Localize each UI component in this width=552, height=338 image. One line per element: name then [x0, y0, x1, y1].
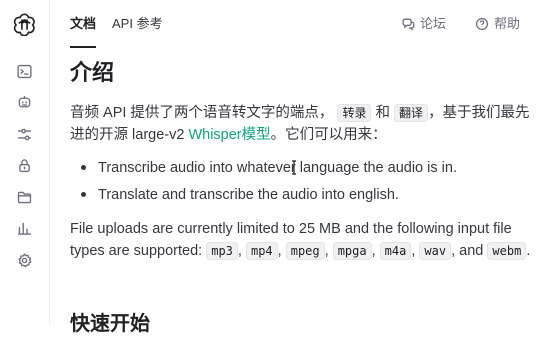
chat-bubble-icon: [402, 18, 415, 31]
text-cursor-icon: [292, 160, 296, 175]
openai-logo-icon[interactable]: [12, 11, 37, 37]
help-label: 帮助: [494, 16, 521, 31]
robot-icon[interactable]: [14, 92, 34, 112]
forum-label: 论坛: [420, 16, 447, 31]
active-tab-indicator: [70, 46, 96, 48]
format-code: wav: [419, 242, 452, 260]
upload-and: and: [459, 243, 484, 259]
sliders-icon[interactable]: [14, 124, 34, 144]
forum-link[interactable]: 论坛: [401, 16, 446, 32]
intro-paragraph: 音频 API 提供了两个语音转文字的端点， 转录 和 翻译 ，基于我们最先进的开源…: [70, 102, 540, 146]
tab-docs[interactable]: 文档: [70, 16, 96, 32]
main-content: 介绍 音频 API 提供了两个语音转文字的端点， 转录 和 翻译 ，基于我们最先进…: [70, 58, 540, 335]
gear-icon[interactable]: [14, 250, 34, 270]
top-nav: 文档 API 参考 论坛 帮助: [50, 0, 552, 49]
lock-icon[interactable]: [14, 155, 34, 175]
intro-and: 和: [375, 105, 391, 121]
page-title: 介绍: [70, 60, 115, 85]
terminal-icon[interactable]: [14, 61, 34, 81]
list-item: Transcribe audio into whatever language …: [70, 158, 540, 185]
intro-text-3: 。它们可以用来：: [270, 127, 387, 143]
format-code: webm: [487, 242, 527, 260]
format-code: mp4: [245, 242, 278, 260]
tab-api-reference[interactable]: API 参考: [112, 16, 163, 32]
format-code: m4a: [379, 242, 412, 260]
upload-paragraph: File uploads are currently limited to 25…: [70, 221, 531, 260]
format-code: mpga: [332, 242, 372, 260]
whisper-model-link[interactable]: Whisper模型: [188, 127, 270, 143]
sidebar: [0, 0, 50, 324]
intro-text-1: 音频 API 提供了两个语音转文字的端点，: [70, 105, 334, 121]
translate-code: 翻译: [394, 104, 429, 122]
folder-icon[interactable]: [14, 187, 34, 207]
format-code: mp3: [206, 242, 238, 260]
transcribe-code: 转录: [337, 104, 372, 122]
bar-chart-icon[interactable]: [14, 218, 34, 238]
help-circle-icon: [475, 17, 489, 31]
format-code: mpeg: [285, 242, 325, 260]
upload-end: .: [526, 243, 531, 259]
list-item: Translate and transcribe the audio into …: [70, 185, 540, 212]
help-link[interactable]: 帮助: [475, 16, 520, 32]
quickstart-heading: 快速开始: [70, 313, 150, 335]
use-case-list: Transcribe audio into whatever language …: [70, 158, 540, 212]
